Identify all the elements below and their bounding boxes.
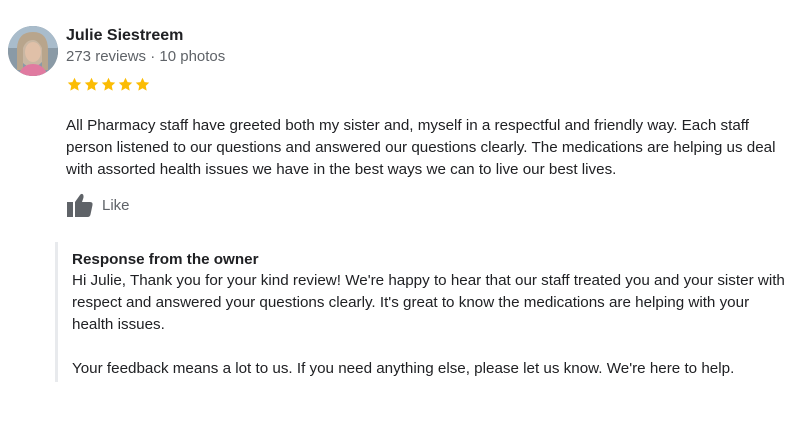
star-icon	[134, 76, 151, 93]
owner-response-paragraph: Hi Julie, Thank you for your kind review…	[72, 272, 785, 333]
author-name[interactable]: Julie Siestreem	[66, 27, 183, 45]
like-label: Like	[102, 196, 130, 214]
star-icon	[117, 76, 134, 93]
review-text: All Pharmacy staff have greeted both my …	[66, 117, 776, 178]
star-icon	[100, 76, 117, 93]
owner-response-paragraph: Your feedback means a lot to us. If you …	[72, 360, 735, 377]
review-card: Julie Siestreem 273 reviews · 10 photos …	[0, 0, 800, 426]
owner-response-title: Response from the owner	[72, 251, 259, 268]
owner-response-text: Hi Julie, Thank you for your kind review…	[72, 270, 792, 380]
star-icon	[83, 76, 100, 93]
thumbs-up-icon	[66, 192, 94, 218]
owner-response: Response from the owner Hi Julie, Thank …	[55, 242, 795, 382]
avatar-photo	[8, 26, 58, 76]
author-meta: 273 reviews · 10 photos	[66, 48, 226, 65]
avatar[interactable]	[8, 26, 58, 76]
like-button[interactable]: Like	[66, 192, 130, 218]
star-rating	[66, 76, 151, 93]
star-icon	[66, 76, 83, 93]
